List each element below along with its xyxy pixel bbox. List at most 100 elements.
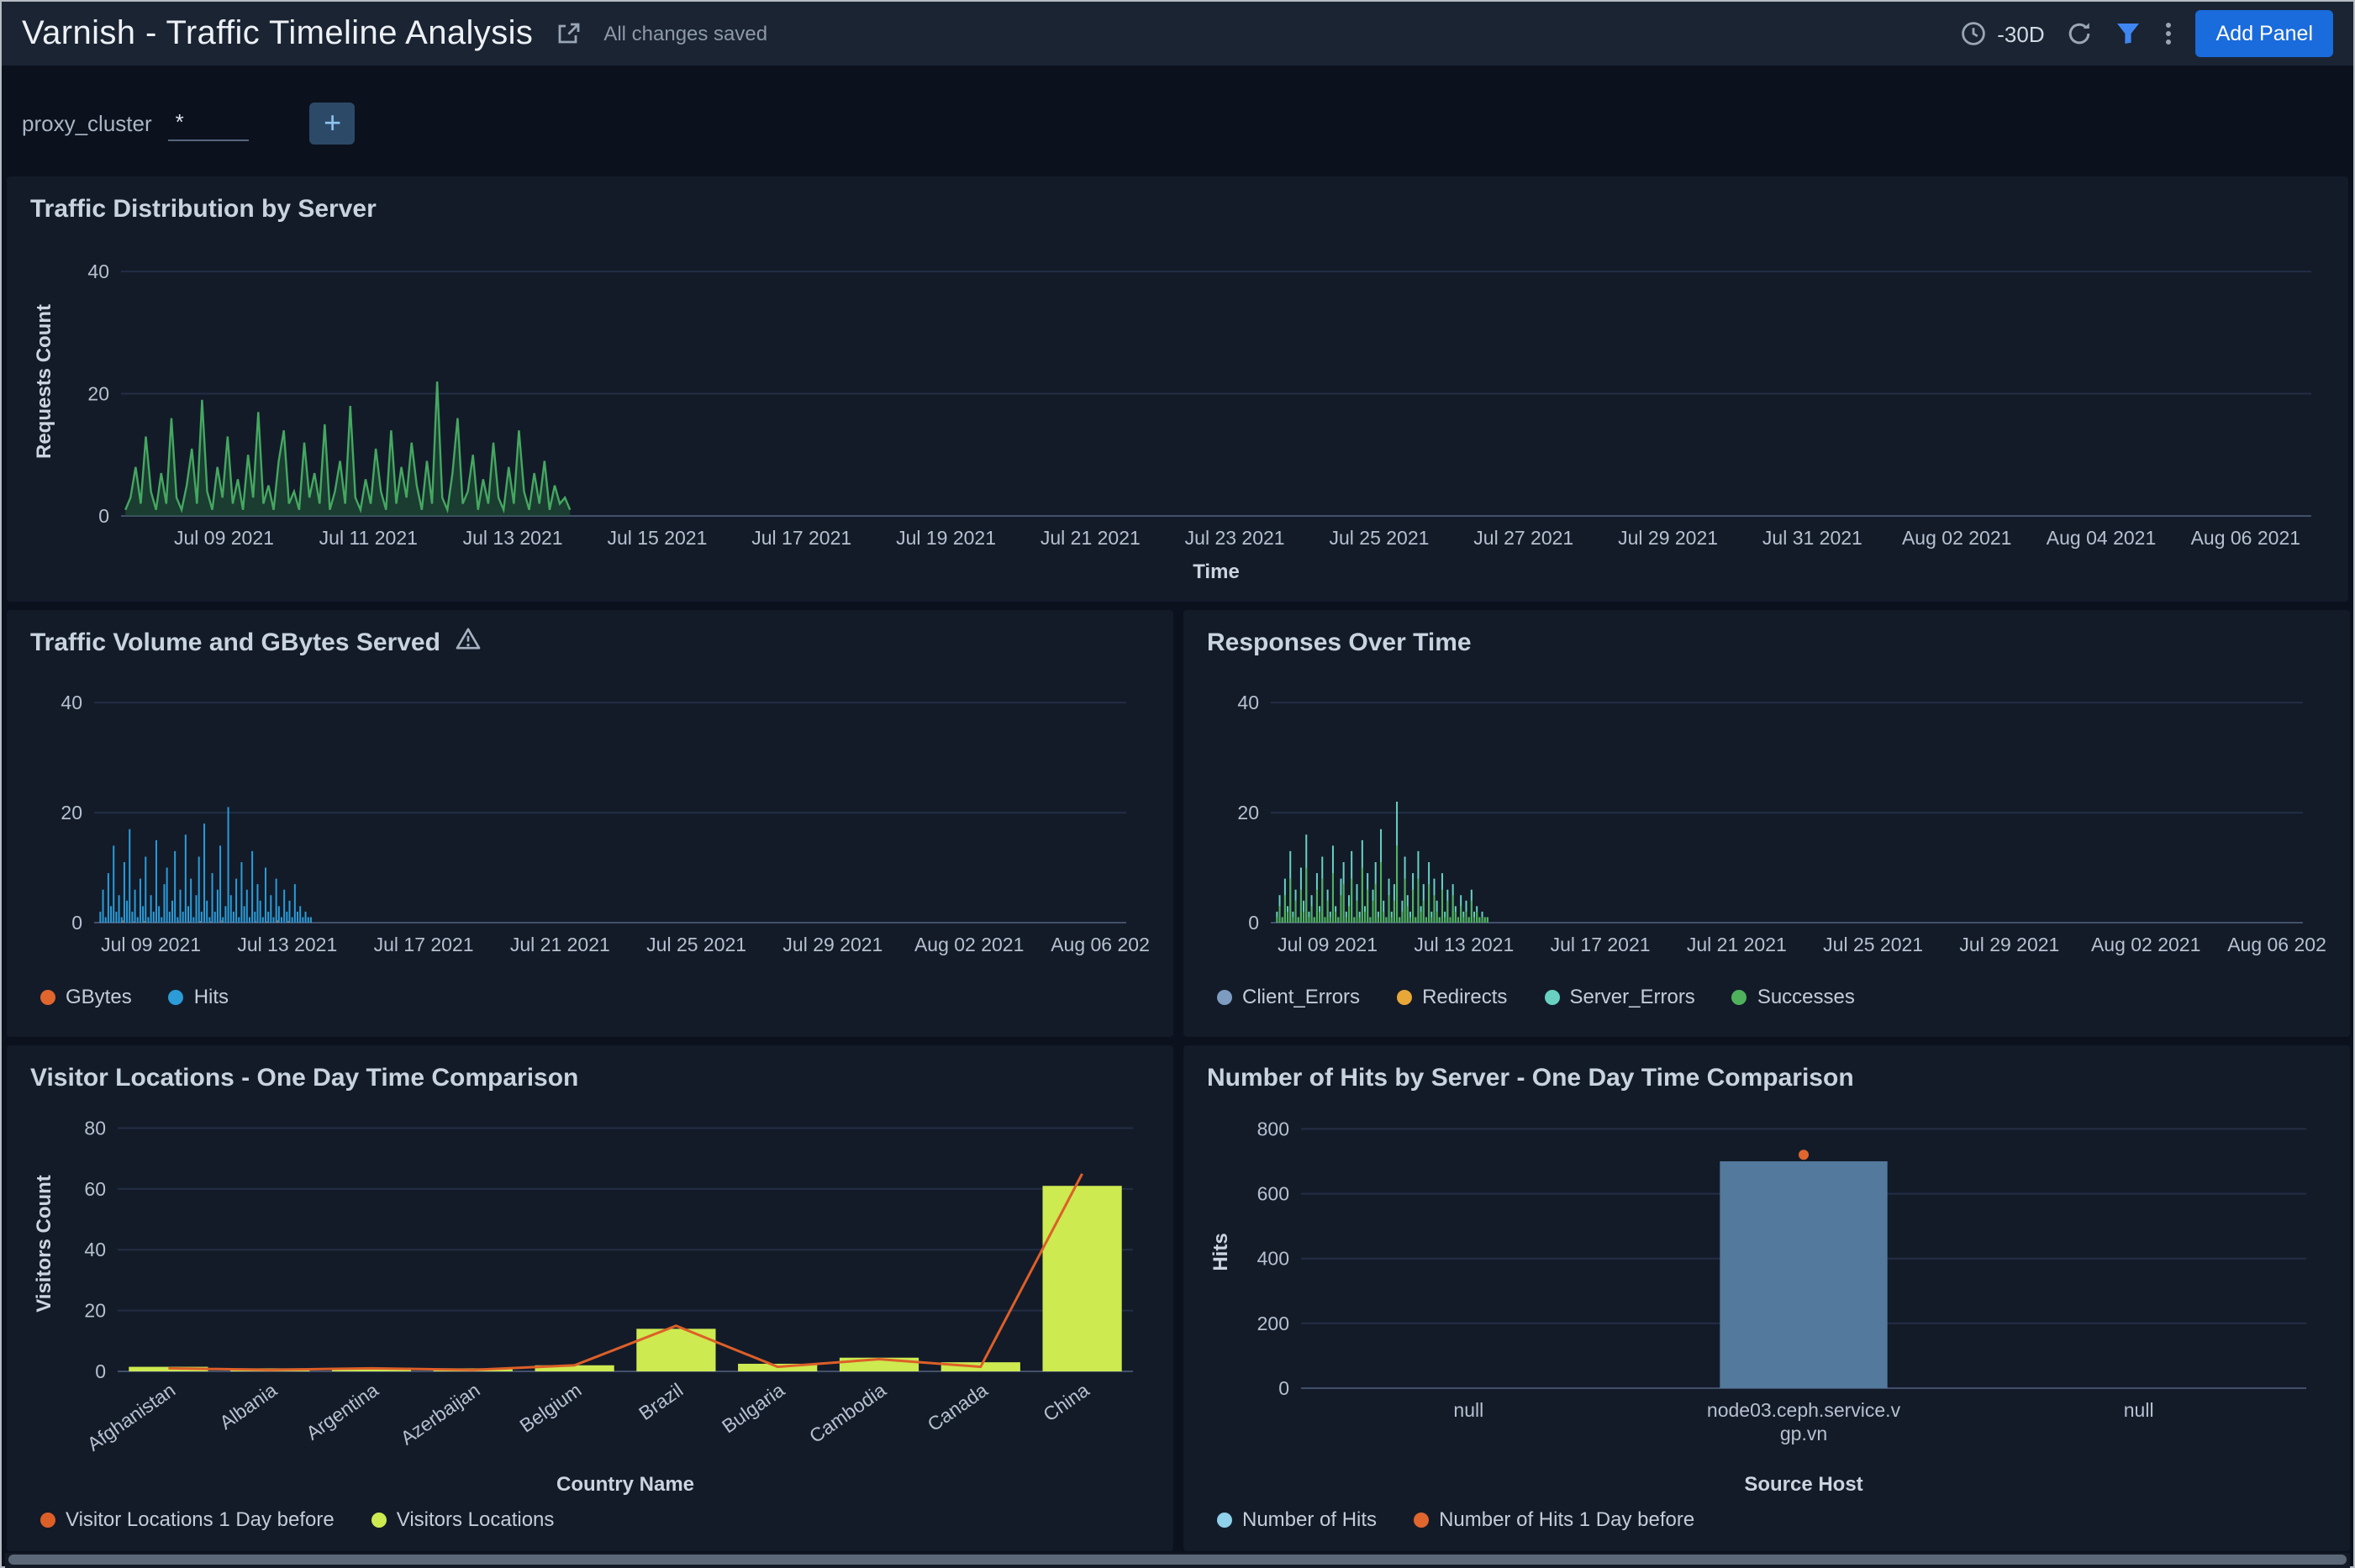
panel-title-row: Number of Hits by Server - One Day Time … [1207, 1062, 2326, 1092]
legend-item[interactable]: Number of Hits [1217, 1507, 1377, 1531]
svg-text:0: 0 [95, 1360, 106, 1382]
svg-text:null: null [1453, 1399, 1483, 1421]
save-status: All changes saved [603, 22, 767, 45]
svg-text:0: 0 [1248, 912, 1259, 934]
legend-label: Visitor Locations 1 Day before [66, 1507, 335, 1531]
filter-bar: proxy_cluster * + [2, 66, 2353, 176]
svg-text:Aug 02 2021: Aug 02 2021 [914, 934, 1024, 955]
svg-text:Time: Time [1193, 560, 1240, 583]
svg-text:Jul 25 2021: Jul 25 2021 [1823, 934, 1923, 955]
chart-hits-by-server[interactable]: 0200400600800HitsSource Hostnullnode03.c… [1207, 1099, 2326, 1499]
filter-name-label: proxy_cluster [22, 110, 152, 135]
legend-label: Number of Hits [1242, 1507, 1377, 1531]
warning-icon[interactable] [456, 627, 481, 657]
svg-text:40: 40 [1237, 692, 1259, 713]
legend-item[interactable]: Hits [169, 985, 229, 1008]
row-3: Visitor Locations - One Day Time Compari… [7, 1045, 2348, 1551]
horizontal-scrollbar[interactable] [5, 1553, 2350, 1568]
svg-text:Belgium: Belgium [515, 1379, 585, 1437]
chart-responses-over-time[interactable]: 02040Jul 09 2021Jul 13 2021Jul 17 2021Ju… [1207, 664, 2326, 976]
legend-dot [40, 989, 55, 1004]
add-panel-button[interactable]: Add Panel [2196, 10, 2333, 57]
svg-text:Jul 09 2021: Jul 09 2021 [174, 527, 274, 549]
legend-traffic-volume: GBytes Hits [30, 976, 1150, 1008]
panel-title: Traffic Distribution by Server [30, 194, 377, 223]
svg-text:Jul 17 2021: Jul 17 2021 [374, 934, 474, 955]
svg-text:40: 40 [61, 692, 82, 713]
legend-item[interactable]: Client_Errors [1217, 985, 1360, 1008]
legend-dot [1544, 989, 1559, 1004]
svg-text:Argentina: Argentina [302, 1379, 382, 1444]
filter-value-input[interactable]: * [169, 105, 250, 140]
legend-dot [1217, 989, 1232, 1004]
legend-dot [1414, 1512, 1429, 1527]
svg-text:600: 600 [1257, 1183, 1289, 1205]
panel-title-row: Responses Over Time [1207, 627, 2326, 657]
svg-text:Jul 25 2021: Jul 25 2021 [646, 934, 746, 955]
svg-text:0: 0 [71, 912, 82, 934]
refresh-icon[interactable] [2067, 20, 2094, 47]
svg-text:Albania: Albania [215, 1379, 281, 1434]
panel-title: Traffic Volume and GBytes Served [30, 628, 440, 656]
svg-text:400: 400 [1257, 1248, 1289, 1270]
dashboard-header: Varnish - Traffic Timeline Analysis All … [2, 2, 2353, 66]
svg-text:Jul 29 2021: Jul 29 2021 [1959, 934, 2059, 955]
svg-text:Jul 17 2021: Jul 17 2021 [751, 527, 851, 549]
svg-text:Brazil: Brazil [635, 1379, 687, 1424]
dashboard-title: Varnish - Traffic Timeline Analysis [22, 14, 533, 53]
legend-label: Redirects [1422, 985, 1507, 1008]
add-filter-button[interactable]: + [310, 102, 356, 144]
legend-item[interactable]: Visitors Locations [371, 1507, 555, 1531]
svg-text:Azerbaijan: Azerbaijan [397, 1379, 484, 1450]
filter-icon[interactable] [2115, 20, 2142, 47]
legend-label: Server_Errors [1569, 985, 1694, 1008]
svg-text:Requests Count: Requests Count [33, 304, 55, 459]
svg-text:Aug 06 2021: Aug 06 2021 [2191, 527, 2300, 549]
legend-item[interactable]: Successes [1732, 985, 1855, 1008]
svg-text:40: 40 [84, 1239, 106, 1260]
svg-text:Bulgaria: Bulgaria [718, 1379, 788, 1438]
legend-label: Hits [194, 985, 229, 1008]
chart-visitor-locations[interactable]: 020406080Visitors CountCountry NameAfgha… [30, 1099, 1150, 1499]
dashboard-page: Varnish - Traffic Timeline Analysis All … [0, 0, 2355, 1568]
svg-text:Jul 13 2021: Jul 13 2021 [237, 934, 337, 955]
svg-text:Jul 11 2021: Jul 11 2021 [319, 527, 418, 549]
svg-text:Source Host: Source Host [1744, 1473, 1862, 1496]
svg-text:Jul 25 2021: Jul 25 2021 [1329, 527, 1429, 549]
svg-text:Jul 17 2021: Jul 17 2021 [1551, 934, 1651, 955]
svg-text:Cambodia: Cambodia [805, 1379, 890, 1448]
legend-dot [40, 1512, 55, 1527]
clock-icon [1960, 20, 1987, 47]
panel-title-row: Visitor Locations - One Day Time Compari… [30, 1062, 1150, 1092]
svg-text:Afghanistan: Afghanistan [83, 1379, 179, 1455]
legend-label: Number of Hits 1 Day before [1439, 1507, 1694, 1531]
legend-item[interactable]: Server_Errors [1544, 985, 1694, 1008]
svg-text:80: 80 [84, 1117, 106, 1139]
row-2: Traffic Volume and GBytes Served 02040Ju… [7, 610, 2348, 1037]
svg-text:Jul 21 2021: Jul 21 2021 [1041, 527, 1141, 549]
svg-text:200: 200 [1257, 1313, 1289, 1334]
kebab-menu-icon[interactable] [2164, 20, 2174, 47]
panel-hits-by-server: Number of Hits by Server - One Day Time … [1183, 1045, 2350, 1551]
legend-item[interactable]: Visitor Locations 1 Day before [40, 1507, 335, 1531]
panel-title-row: Traffic Distribution by Server [30, 193, 2325, 224]
svg-text:Jul 21 2021: Jul 21 2021 [510, 934, 610, 955]
legend-item[interactable]: Redirects [1397, 985, 1507, 1008]
chart-traffic-distribution[interactable]: 02040Requests CountTimeJul 09 2021Jul 11… [30, 230, 2328, 587]
share-icon[interactable] [555, 20, 582, 47]
panel-title-row: Traffic Volume and GBytes Served [30, 627, 1150, 657]
row-1: Traffic Distribution by Server 02040Requ… [7, 176, 2348, 602]
panel-title: Visitor Locations - One Day Time Compari… [30, 1063, 578, 1092]
legend-dot [1217, 1512, 1232, 1527]
svg-text:Country Name: Country Name [556, 1473, 694, 1496]
svg-text:Aug 02 2021: Aug 02 2021 [1902, 527, 2011, 549]
svg-text:Jul 29 2021: Jul 29 2021 [1618, 527, 1718, 549]
legend-item[interactable]: GBytes [40, 985, 132, 1008]
legend-item[interactable]: Number of Hits 1 Day before [1414, 1507, 1694, 1531]
chart-traffic-volume[interactable]: 02040Jul 09 2021Jul 13 2021Jul 17 2021Ju… [30, 664, 1150, 976]
time-range-control[interactable]: -30D [1960, 20, 2044, 47]
svg-text:Hits: Hits [1209, 1233, 1232, 1271]
svg-text:Jul 15 2021: Jul 15 2021 [607, 527, 707, 549]
scrollbar-thumb[interactable] [8, 1555, 2347, 1565]
svg-text:Jul 21 2021: Jul 21 2021 [1687, 934, 1787, 955]
